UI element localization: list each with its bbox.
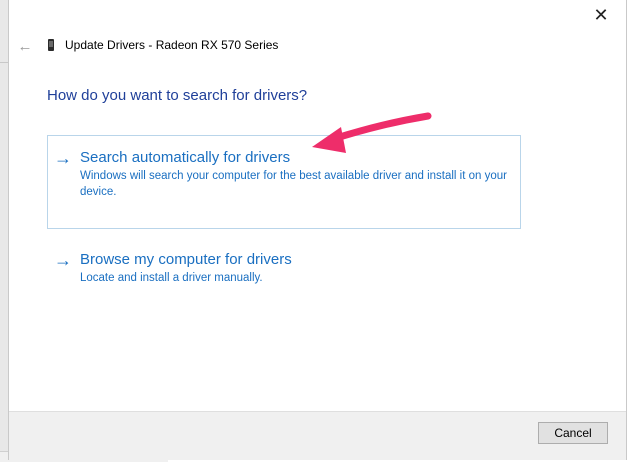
- dialog-footer: Cancel: [9, 411, 626, 460]
- option-title: Browse my computer for drivers: [80, 251, 292, 268]
- option-title: Search automatically for drivers: [80, 149, 291, 166]
- back-arrow-icon: ←: [17, 37, 33, 55]
- background-window: [0, 0, 8, 461]
- right-arrow-icon: →: [54, 148, 72, 168]
- background-divider: [0, 62, 8, 63]
- update-drivers-dialog: ✕ ← Update Drivers - Radeon RX 570 Serie…: [8, 0, 627, 460]
- option-description: Locate and install a driver manually.: [80, 272, 263, 284]
- back-button[interactable]: ←: [15, 34, 35, 58]
- close-icon: ✕: [593, 4, 609, 25]
- window-title: Update Drivers - Radeon RX 570 Series: [65, 38, 279, 52]
- option-description: Windows will search your computer for th…: [80, 170, 507, 198]
- dialog-header: ← Update Drivers - Radeon RX 570 Series: [9, 34, 626, 58]
- browse-computer-option[interactable]: → Browse my computer for drivers Locate …: [47, 242, 521, 292]
- close-button[interactable]: ✕: [590, 4, 612, 26]
- graphics-card-icon: [48, 39, 54, 51]
- page-heading: How do you want to search for drivers?: [47, 87, 308, 104]
- search-automatically-option[interactable]: → Search automatically for drivers Windo…: [47, 135, 521, 229]
- cancel-button[interactable]: Cancel: [538, 422, 608, 444]
- right-arrow-icon: →: [54, 250, 72, 270]
